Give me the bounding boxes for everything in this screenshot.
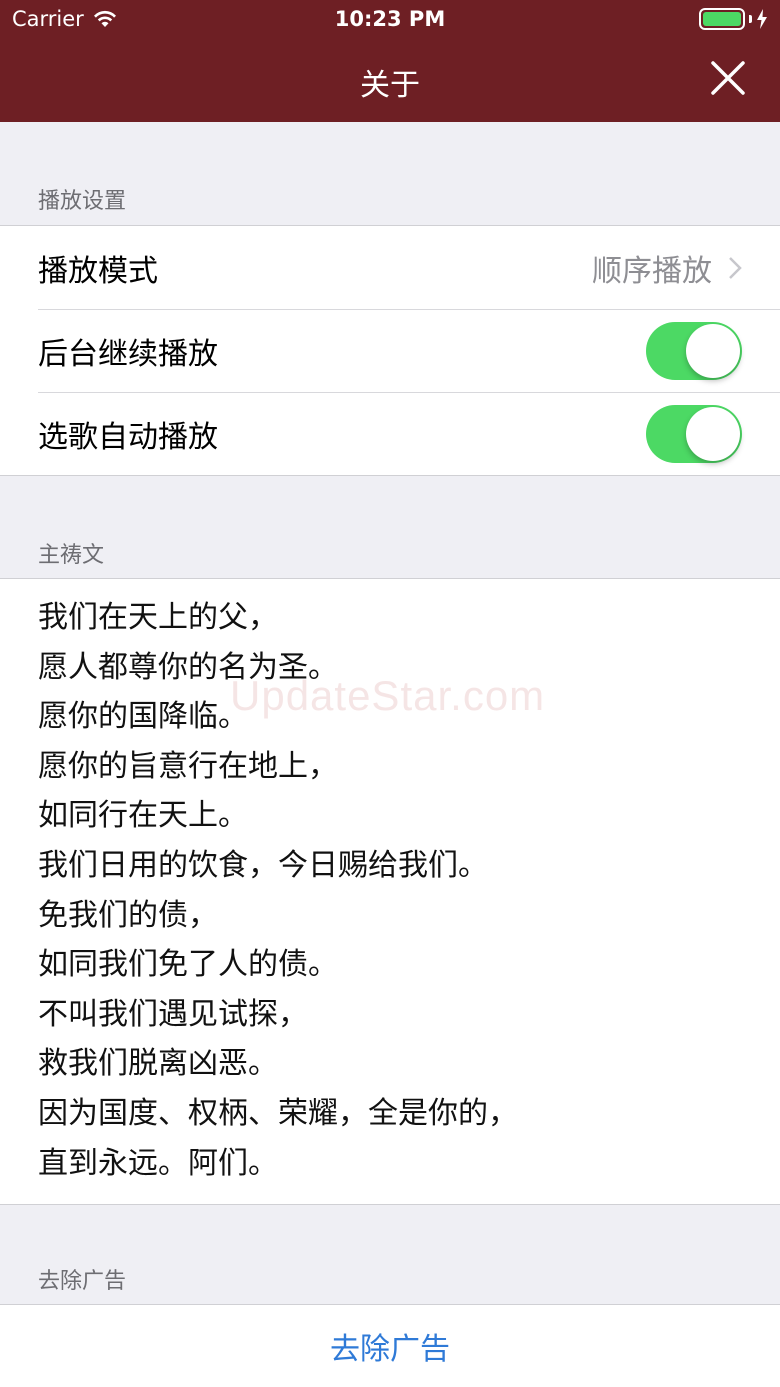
ads-group: 去除广告 bbox=[0, 1304, 780, 1387]
status-bar: Carrier 10:23 PM bbox=[0, 0, 780, 40]
background-play-label: 后台继续播放 bbox=[38, 336, 218, 372]
chevron-right-icon bbox=[729, 256, 742, 279]
prayer-line: 不叫我们遇见试探， bbox=[38, 996, 308, 1032]
close-icon bbox=[711, 61, 745, 95]
page-title: 关于 bbox=[360, 68, 420, 103]
autoplay-on-select-toggle[interactable] bbox=[646, 404, 742, 463]
prayer-line: 救我们脱离凶恶。 bbox=[38, 1046, 278, 1082]
battery-icon bbox=[699, 8, 745, 30]
watermark: UpdateStar.com bbox=[230, 672, 546, 719]
toggle-knob bbox=[686, 406, 740, 461]
close-button[interactable] bbox=[710, 60, 746, 96]
prayer-line: 因为国度、权柄、荣耀，全是你的， bbox=[38, 1095, 518, 1131]
remove-ads-row[interactable]: 去除广告 bbox=[0, 1305, 780, 1387]
play-mode-value: 顺序播放 bbox=[592, 253, 712, 289]
navigation-bar: 关于 bbox=[0, 40, 780, 122]
prayer-line: 如同我们免了人的债。 bbox=[38, 947, 338, 983]
background-play-row: 后台继续播放 bbox=[0, 309, 780, 392]
play-mode-row[interactable]: 播放模式 顺序播放 bbox=[0, 226, 780, 309]
playback-settings-group: 播放模式 顺序播放 后台继续播放 选歌自动播放 bbox=[0, 225, 780, 476]
section-header-playback: 播放设置 bbox=[38, 189, 127, 214]
section-header-ads: 去除广告 bbox=[38, 1269, 127, 1294]
prayer-line: 我们在天上的父， bbox=[38, 600, 278, 635]
clock: 10:23 PM bbox=[334, 7, 446, 31]
background-play-toggle[interactable] bbox=[646, 321, 742, 380]
prayer-line: 免我们的债， bbox=[38, 897, 218, 933]
section-header-prayer: 主祷文 bbox=[38, 543, 105, 568]
autoplay-on-select-row: 选歌自动播放 bbox=[0, 392, 780, 475]
prayer-line: 如同行在天上。 bbox=[38, 798, 248, 834]
prayer-line: 愿你的旨意行在地上， bbox=[38, 748, 338, 784]
prayer-line: 我们日用的饮食，今日赐给我们。 bbox=[38, 847, 488, 883]
remove-ads-button[interactable]: 去除广告 bbox=[330, 1324, 450, 1368]
toggle-knob bbox=[686, 323, 740, 378]
charging-bolt-icon bbox=[757, 9, 767, 29]
battery-indicator bbox=[699, 8, 768, 30]
autoplay-on-select-label: 选歌自动播放 bbox=[38, 419, 218, 455]
prayer-line: 直到永远。阿们。 bbox=[38, 1145, 278, 1181]
play-mode-label: 播放模式 bbox=[38, 253, 158, 289]
